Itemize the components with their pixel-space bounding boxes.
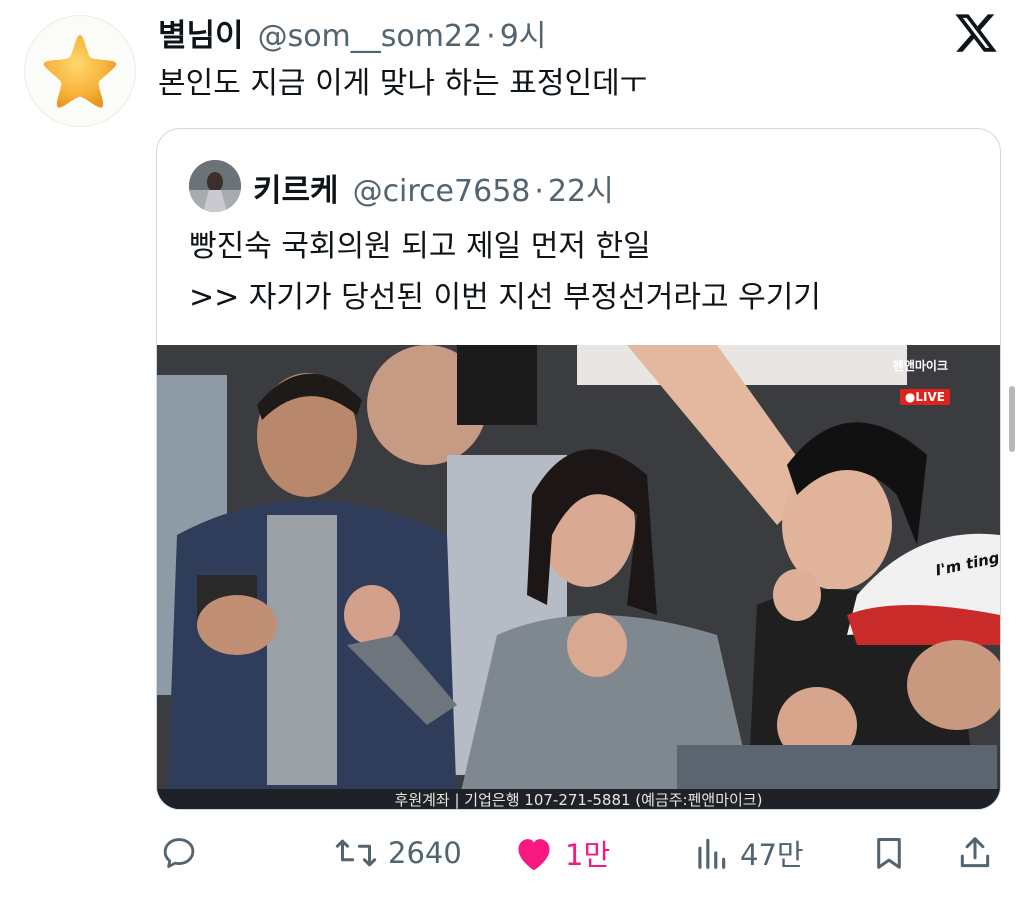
retweet-icon [335, 839, 377, 867]
quoted-timestamp[interactable]: 22시 [548, 166, 614, 210]
share-icon [960, 837, 990, 868]
retweet-count: 2640 [388, 836, 462, 870]
tweet-header: 별님이 @som__som22 · 9시 [158, 10, 546, 54]
media-image[interactable]: 펜앤마이크 ●LIVE I'm ting 후원계좌 | 기업은행 107-271… [157, 345, 1000, 809]
quoted-handle[interactable]: @circe7658 [353, 174, 531, 209]
broadcast-brand: 펜앤마이크 [892, 359, 948, 373]
views-count: 47만 [740, 838, 804, 872]
x-logo-icon [955, 14, 997, 52]
quoted-line: 빵진숙 국회의원 되고 제일 먼저 한일 [189, 229, 651, 264]
views-button[interactable]: 47만 [692, 828, 804, 878]
quoted-tweet[interactable]: 키르케 @circe7658 · 22시 빵진숙 국회의원 되고 제일 먼저 한… [156, 128, 1001, 810]
separator: · [486, 19, 496, 54]
bookmark-icon [877, 838, 901, 869]
quoted-header: 키르케 @circe7658 · 22시 [253, 165, 614, 210]
star-icon [43, 34, 117, 108]
user-handle[interactable]: @som__som22 [258, 19, 483, 54]
reply-icon [163, 838, 195, 868]
live-badge: ●LIVE [899, 389, 950, 405]
quoted-display-name[interactable]: 키르케 [253, 165, 339, 210]
bookmark-button[interactable] [870, 828, 908, 878]
like-button[interactable]: 1만 [513, 828, 610, 878]
action-bar: 2640 1만 47만 [0, 828, 1024, 878]
like-count: 1만 [565, 838, 611, 872]
quoted-text: 빵진숙 국회의원 되고 제일 먼저 한일 >> 자기가 당선된 이번 지선 부정… [189, 221, 821, 323]
tweet-text: 본인도 지금 이게 맞나 하는 표정인데ㅜ [158, 66, 648, 101]
timestamp[interactable]: 9시 [500, 11, 547, 55]
separator: · [534, 174, 544, 209]
photo-scene [157, 345, 1000, 809]
retweet-button[interactable]: 2640 [334, 828, 462, 878]
quoted-line: >> 자기가 당선된 이번 지선 부정선거라고 우기기 [189, 280, 821, 315]
reply-button[interactable] [160, 828, 198, 878]
display-name[interactable]: 별님이 [158, 10, 244, 55]
quoted-avatar[interactable] [189, 160, 241, 212]
avatar-image [189, 160, 241, 212]
media-caption: 후원계좌 | 기업은행 107-271-5881 (예금주:펜앤마이크) [157, 789, 1000, 809]
scrollbar[interactable] [1009, 386, 1015, 452]
avatar[interactable] [24, 15, 136, 127]
heart-icon [518, 839, 550, 871]
bar-chart-icon [698, 838, 726, 869]
share-button[interactable] [956, 828, 994, 878]
